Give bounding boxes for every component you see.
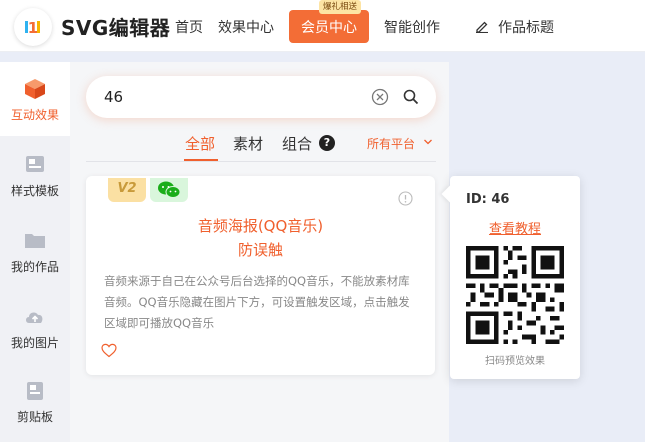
- card-title-line1: 音频海报(QQ音乐): [197, 217, 324, 235]
- card-title-line2: 防误触: [237, 241, 283, 259]
- sidebar-item-label: 剪贴板: [16, 410, 53, 424]
- view-tutorial-link[interactable]: 查看教程: [450, 218, 580, 237]
- info-icon[interactable]: [398, 191, 413, 206]
- clipboard-icon: [27, 382, 43, 400]
- app-logo-text: SVG编辑器: [61, 16, 171, 40]
- active-tab-indicator: [184, 159, 218, 161]
- edit-pencil-icon[interactable]: [475, 19, 489, 33]
- filter-tabs: 全部 素材 组合 ? 所有平台: [86, 130, 436, 162]
- nav-effects[interactable]: 效果中心: [218, 17, 274, 37]
- member-center-button[interactable]: 会员中心: [289, 10, 369, 43]
- top-bar: 1 SVG编辑器 首页 效果中心 会员中心 爆礼相送 智能创作 作品标题: [0, 0, 645, 52]
- tab-combos[interactable]: 组合: [282, 133, 312, 154]
- effect-id: ID: 46: [466, 192, 510, 207]
- sidebar-item-my-works[interactable]: 我的作品: [0, 230, 70, 275]
- sidebar-item-clipboard[interactable]: 剪贴板: [0, 380, 70, 425]
- app-logo-icon[interactable]: 1: [14, 8, 52, 46]
- chevron-down-icon[interactable]: [423, 137, 433, 147]
- search-input[interactable]: 46: [104, 88, 123, 106]
- svg-text:1: 1: [28, 19, 38, 37]
- preview-popup: ID: 46 查看教程 扫码预览效果: [441, 176, 580, 379]
- cloud-upload-icon: [26, 312, 43, 323]
- left-sidebar: 互动效果 样式模板 我的作品 我的图片 剪贴板: [0, 62, 70, 442]
- member-center-label: 会员中心: [301, 19, 357, 36]
- effect-card[interactable]: V2 音频海报(QQ音乐) 防误触 音频来源于自己在公众号后台选择的QQ音乐，不…: [86, 176, 435, 375]
- scan-caption: 扫码预览效果: [485, 356, 545, 367]
- promo-badge: 爆礼相送: [319, 0, 362, 14]
- work-title[interactable]: 作品标题: [498, 17, 554, 37]
- tab-all[interactable]: 全部: [185, 133, 215, 154]
- platform-select[interactable]: 所有平台: [367, 135, 415, 152]
- nav-home[interactable]: 首页: [175, 17, 203, 37]
- wechat-badge: [150, 178, 188, 202]
- template-icon: [26, 156, 44, 172]
- search-box[interactable]: 46: [86, 76, 436, 118]
- nav-ai-create[interactable]: 智能创作: [384, 17, 440, 37]
- clear-icon[interactable]: [371, 88, 389, 106]
- version-badge: V2: [108, 178, 146, 202]
- tab-materials[interactable]: 素材: [233, 133, 263, 154]
- folder-icon: [25, 234, 45, 248]
- sidebar-item-label: 我的作品: [10, 260, 59, 274]
- wechat-icon: [158, 181, 181, 198]
- qr-code-icon: [466, 246, 564, 344]
- heart-icon[interactable]: [101, 343, 117, 358]
- help-icon[interactable]: ?: [319, 135, 335, 151]
- sidebar-item-style-templates[interactable]: 样式模板: [0, 154, 70, 199]
- sidebar-item-label: 样式模板: [10, 184, 59, 198]
- sidebar-item-label: 互动效果: [10, 108, 59, 122]
- sidebar-item-my-images[interactable]: 我的图片: [0, 306, 70, 351]
- cube-icon: [25, 79, 45, 99]
- sidebar-item-label: 我的图片: [10, 336, 59, 350]
- sidebar-item-interactive-effects[interactable]: 互动效果: [0, 62, 70, 136]
- card-description: 音频来源于自己在公众号后台选择的QQ音乐，不能放素材库音频。QQ音乐隐藏在图片下…: [104, 274, 410, 330]
- search-icon[interactable]: [402, 88, 420, 106]
